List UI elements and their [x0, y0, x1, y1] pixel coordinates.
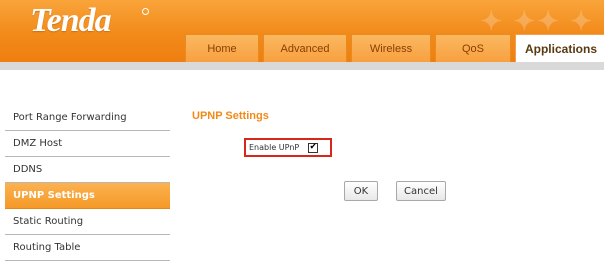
header-decoration: ✦ ✦✦ ✦ [480, 6, 594, 36]
tab-home[interactable]: Home [185, 34, 259, 62]
tab-label: QoS [461, 42, 484, 55]
sidebar-item-routing-table[interactable]: Routing Table [5, 235, 170, 261]
tenda-logo: Tenda [30, 2, 112, 39]
sidebar-item-static-routing[interactable]: Static Routing [5, 209, 170, 235]
sidebar-menu: Port Range Forwarding DMZ Host DDNS UPNP… [5, 105, 170, 261]
enable-upnp-row: Enable UPnP ✔ [244, 138, 332, 157]
header-bar: ✦ ✦✦ ✦ Tenda Home Advanced Wireless QoS … [0, 0, 604, 62]
sidebar-item-upnp-settings[interactable]: UPNP Settings [5, 183, 170, 209]
tab-label: Home [207, 42, 237, 55]
tab-label: Wireless [369, 42, 413, 55]
tab-qos[interactable]: QoS [435, 34, 511, 62]
page-title: UPNP Settings [192, 110, 269, 122]
header-divider [0, 62, 604, 70]
enable-upnp-label: Enable UPnP [249, 143, 300, 152]
tab-label: Applications [524, 41, 597, 56]
sidebar-item-port-range-forwarding[interactable]: Port Range Forwarding [5, 105, 170, 131]
registered-mark-icon [142, 8, 149, 15]
sidebar-item-ddns[interactable]: DDNS [5, 157, 170, 183]
top-nav-tabs: Home Advanced Wireless QoS Applications [185, 34, 604, 62]
cancel-button[interactable]: Cancel [396, 181, 446, 201]
ok-button[interactable]: OK [344, 181, 378, 201]
tab-wireless[interactable]: Wireless [351, 34, 431, 62]
enable-upnp-checkbox[interactable]: ✔ [308, 142, 319, 153]
sidebar-item-dmz-host[interactable]: DMZ Host [5, 131, 170, 157]
tab-label: Advanced [280, 42, 330, 55]
tab-applications[interactable]: Applications [515, 34, 604, 62]
tab-advanced[interactable]: Advanced [263, 34, 347, 62]
